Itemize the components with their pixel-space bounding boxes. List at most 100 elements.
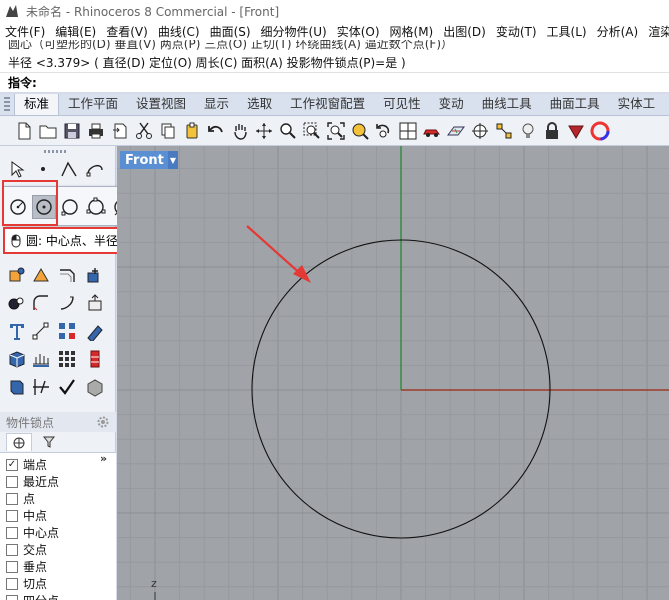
menu-view[interactable]: 查看(V)	[101, 23, 153, 40]
tab-viewport-layout[interactable]: 工作视窗配置	[281, 94, 374, 115]
menu-curve[interactable]: 曲线(C)	[153, 23, 205, 40]
text-icon[interactable]	[6, 320, 28, 342]
solid-tools-icon[interactable]	[6, 264, 28, 286]
curve-from-objects-icon[interactable]	[30, 264, 52, 286]
menu-file[interactable]: 文件(F)	[0, 23, 50, 40]
check-icon[interactable]	[56, 376, 78, 398]
print-icon[interactable]	[86, 121, 106, 141]
checkbox[interactable]	[6, 543, 18, 556]
tab-curve-tools[interactable]: 曲线工具	[473, 94, 541, 115]
surface-tools-icon[interactable]	[6, 376, 28, 398]
edit-points-icon[interactable]	[84, 320, 106, 342]
bulb-icon[interactable]	[518, 121, 538, 141]
shaded-solid-icon[interactable]	[84, 376, 106, 398]
osnap-item-perpendicular[interactable]: 垂点	[6, 558, 47, 575]
new-file-icon[interactable]	[14, 121, 34, 141]
osnap-item-intersection[interactable]: 交点	[6, 541, 47, 558]
tab-display[interactable]: 显示	[195, 94, 238, 115]
front-viewport[interactable]: z	[117, 146, 669, 600]
boolean-icon[interactable]	[84, 264, 106, 286]
osnap-tab-target-icon[interactable]	[6, 433, 32, 451]
array-icon[interactable]	[56, 320, 78, 342]
osnap-item-near[interactable]: 最近点	[6, 473, 59, 490]
zoom-selected-icon[interactable]	[350, 121, 370, 141]
point-icon[interactable]	[32, 158, 54, 180]
zoom-dynamic-icon[interactable]	[278, 121, 298, 141]
osnap-item-center[interactable]: 中心点	[6, 524, 59, 541]
osnap-expand-button[interactable]: »	[100, 452, 107, 465]
menu-render[interactable]: 渲染	[643, 23, 669, 40]
loft-icon[interactable]	[6, 292, 28, 314]
tabs-grip[interactable]	[4, 97, 10, 113]
extend-icon[interactable]	[56, 292, 78, 314]
zoom-extents-icon[interactable]	[326, 121, 346, 141]
menu-solid[interactable]: 实体(O)	[332, 23, 385, 40]
analyze-icon[interactable]	[30, 376, 52, 398]
checkbox[interactable]	[6, 492, 18, 505]
extrude-icon[interactable]	[84, 292, 106, 314]
polyline-icon[interactable]	[58, 158, 80, 180]
save-icon[interactable]	[62, 121, 82, 141]
menu-surface[interactable]: 曲面(S)	[205, 23, 256, 40]
pan-hand-icon[interactable]	[230, 121, 250, 141]
gear-icon[interactable]	[96, 415, 110, 429]
menu-edit[interactable]: 编辑(E)	[50, 23, 101, 40]
checkbox[interactable]	[6, 509, 18, 522]
viewport-menu-arrow-icon[interactable]: ▼	[168, 151, 178, 169]
osnap-item-tangent[interactable]: 切点	[6, 575, 47, 592]
four-viewports-icon[interactable]	[398, 121, 418, 141]
checkbox[interactable]	[6, 475, 18, 488]
viewport-title-tab[interactable]: Front ▼	[120, 151, 178, 169]
tab-cplanes[interactable]: 工作平面	[59, 94, 127, 115]
checkbox[interactable]	[6, 577, 18, 590]
curve-icon[interactable]	[84, 158, 106, 180]
osnap-tab-filter-icon[interactable]	[36, 433, 62, 451]
left-toolbar-grip[interactable]	[44, 150, 68, 153]
offset-icon[interactable]	[56, 264, 78, 286]
import-icon[interactable]	[110, 121, 130, 141]
menu-mesh[interactable]: 网格(M)	[385, 23, 439, 40]
tab-surface-tools[interactable]: 曲面工具	[541, 94, 609, 115]
menu-subd[interactable]: 细分物件(U)	[256, 23, 332, 40]
select-points-icon[interactable]	[494, 121, 514, 141]
rotate-view-icon[interactable]	[254, 121, 274, 141]
tab-visibility[interactable]: 可见性	[374, 94, 430, 115]
tab-set-view[interactable]: 设置视图	[127, 94, 195, 115]
box-icon[interactable]	[6, 348, 28, 370]
command-prompt[interactable]: 半径 <3.379> ( 直径(D) 定位(O) 周长(C) 面积(A) 投影物…	[0, 52, 669, 72]
tab-transform[interactable]: 变动	[430, 94, 473, 115]
tab-standard[interactable]: 标准	[14, 94, 60, 115]
car-render-icon[interactable]	[422, 121, 442, 141]
circle-three-point-icon[interactable]	[84, 195, 108, 219]
mesh-icon[interactable]	[30, 348, 52, 370]
checkbox[interactable]: ✓	[6, 458, 18, 471]
grid-array-icon[interactable]	[56, 348, 78, 370]
osnap-item-mid[interactable]: 中点	[6, 507, 47, 524]
zoom-window-icon[interactable]	[302, 121, 322, 141]
block-icon[interactable]	[84, 348, 106, 370]
tab-solid-tools[interactable]: 实体工	[609, 94, 665, 115]
menu-analyze[interactable]: 分析(A)	[592, 23, 644, 40]
menu-print[interactable]: 出图(D)	[438, 23, 491, 40]
undo-icon[interactable]	[206, 121, 226, 141]
osnap-item-quad[interactable]: 四分点	[6, 592, 59, 600]
menu-transform[interactable]: 变动(T)	[491, 23, 542, 40]
undo-view-icon[interactable]	[374, 121, 394, 141]
dimension-icon[interactable]	[30, 320, 52, 342]
osnap-item-point[interactable]: 点	[6, 490, 35, 507]
fillet-icon[interactable]	[30, 292, 52, 314]
paste-icon[interactable]	[182, 121, 202, 141]
osnap-target-icon[interactable]	[470, 121, 490, 141]
color-wheel-icon[interactable]	[590, 121, 610, 141]
shade-icon[interactable]	[566, 121, 586, 141]
command-input[interactable]: 指令:	[0, 72, 669, 92]
open-folder-icon[interactable]	[38, 121, 58, 141]
copy-icon[interactable]	[158, 121, 178, 141]
lock-icon[interactable]	[542, 121, 562, 141]
select-arrow-icon[interactable]	[6, 158, 28, 180]
tab-select[interactable]: 选取	[238, 94, 281, 115]
checkbox[interactable]	[6, 526, 18, 539]
osnap-item-end[interactable]: ✓ 端点	[6, 456, 47, 473]
cplane-icon[interactable]	[446, 121, 466, 141]
checkbox[interactable]	[6, 560, 18, 573]
